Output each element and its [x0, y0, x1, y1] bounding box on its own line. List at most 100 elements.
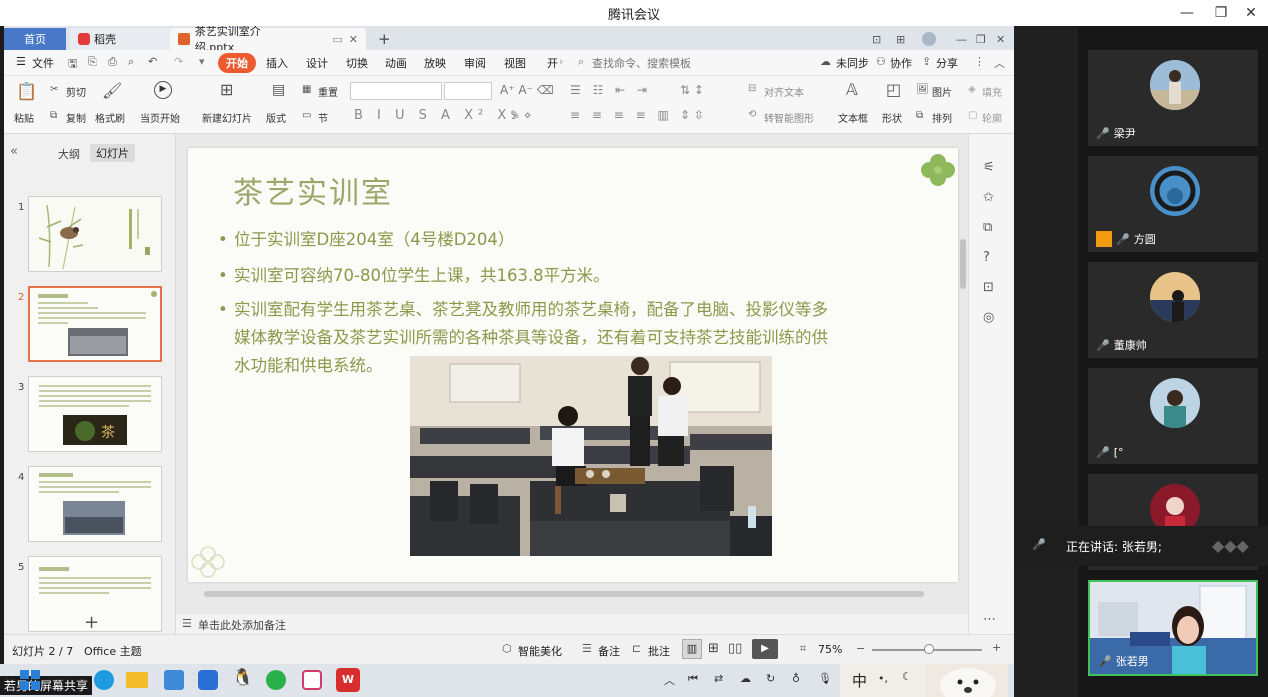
- active-speaker-tile[interactable]: 🎤 张若男: [1088, 580, 1258, 676]
- print-icon[interactable]: ⎙: [108, 55, 117, 69]
- close-button[interactable]: ✕: [1234, 0, 1268, 26]
- format-painter-button[interactable]: 格式刷: [95, 110, 125, 125]
- align-buttons[interactable]: ≡ ≡ ≡ ≡ ▥: [570, 108, 673, 122]
- theme-name[interactable]: Office 主题: [84, 643, 142, 659]
- menu-view[interactable]: 视图: [504, 55, 526, 71]
- slides-tab[interactable]: 幻灯片: [90, 144, 135, 162]
- ime-bar[interactable]: 中 •, ☾: [840, 664, 1008, 697]
- normal-view-icon[interactable]: ▥: [682, 639, 702, 659]
- menu-file[interactable]: 文件: [32, 55, 54, 71]
- align-text-button[interactable]: 对齐文本: [764, 84, 804, 99]
- menu-review[interactable]: 审阅: [464, 55, 486, 71]
- notes-placeholder[interactable]: 单击此处添加备注: [198, 617, 286, 633]
- zoom-level[interactable]: 75%: [818, 643, 842, 656]
- section-button[interactable]: 节: [318, 110, 328, 125]
- new-tab-button[interactable]: +: [370, 28, 399, 50]
- sorter-view-icon[interactable]: ⊞: [708, 641, 719, 656]
- tray-cloud-icon[interactable]: ☁: [740, 672, 751, 685]
- collapse-ribbon-icon[interactable]: ︿: [994, 55, 1005, 71]
- minimize-button[interactable]: —: [1170, 0, 1204, 26]
- tencent-meeting-icon[interactable]: [198, 670, 218, 690]
- image-tool-icon[interactable]: ⊡: [983, 280, 994, 295]
- collab-button[interactable]: 协作: [890, 55, 912, 71]
- tray-sliders-icon[interactable]: ⇄: [714, 672, 723, 685]
- tray-media-icon[interactable]: ⏮: [688, 672, 698, 686]
- horizontal-scrollbar[interactable]: [188, 590, 968, 598]
- zoom-out-icon[interactable]: −: [856, 642, 865, 655]
- tray-mic-icon[interactable]: 🎙: [818, 672, 832, 685]
- play-slideshow-button[interactable]: ▶: [752, 639, 778, 659]
- slide-thumbnail-2-selected[interactable]: [28, 286, 162, 362]
- save-icon[interactable]: 🖫: [68, 55, 77, 74]
- video-app-icon[interactable]: [302, 670, 322, 690]
- notes-toggle-button[interactable]: 备注: [598, 643, 620, 659]
- collapse-panel-icon[interactable]: «: [10, 144, 18, 159]
- arrange-button[interactable]: 排列: [932, 110, 952, 125]
- wechat-icon[interactable]: [266, 670, 286, 690]
- sync-status[interactable]: 未同步: [836, 55, 869, 71]
- slide-canvas[interactable]: 茶艺实训室 • 位于实训室D座204室（4号楼D204） • 实训室可容纳70-…: [188, 148, 958, 582]
- zoom-in-icon[interactable]: +: [992, 641, 1001, 654]
- close-tab-icon[interactable]: ✕: [349, 33, 358, 46]
- adjust-icon[interactable]: ⚟: [983, 160, 995, 175]
- menu-design[interactable]: 设计: [306, 55, 328, 71]
- location-icon[interactable]: ◎: [983, 310, 994, 325]
- paste-button[interactable]: 粘贴: [14, 110, 34, 125]
- tray-sync-icon[interactable]: ↻: [766, 672, 775, 685]
- user-avatar-icon[interactable]: [914, 28, 944, 50]
- undo-icon[interactable]: ↶: [148, 55, 157, 68]
- tea-classroom-photo[interactable]: [410, 356, 772, 556]
- smartart-button[interactable]: 转智能图形: [764, 110, 814, 125]
- edge-browser-icon[interactable]: [94, 670, 114, 690]
- share-button[interactable]: 分享: [936, 55, 958, 71]
- store-icon[interactable]: [164, 670, 184, 690]
- copy-button[interactable]: 复制: [66, 110, 86, 125]
- picture-button[interactable]: 图片: [932, 84, 952, 99]
- participant-tile[interactable]: 🎤 方圆: [1088, 156, 1258, 252]
- comments-button[interactable]: 批注: [648, 643, 670, 659]
- slide-thumbnail-4[interactable]: [28, 466, 162, 542]
- outline-button[interactable]: 轮廓: [982, 110, 1002, 125]
- close-wps-button[interactable]: ✕: [988, 28, 1013, 50]
- file-explorer-icon[interactable]: [126, 672, 148, 688]
- menu-slideshow[interactable]: 放映: [424, 55, 446, 71]
- text-direction-icon[interactable]: ⇅ ↕: [680, 83, 704, 97]
- list-buttons[interactable]: ☰ ☷ ⇤ ⇥: [570, 83, 651, 97]
- reset-button[interactable]: 重置: [318, 84, 338, 99]
- menu-start[interactable]: 开始: [218, 53, 256, 73]
- more-menu-icon[interactable]: ⋮: [974, 55, 985, 68]
- participant-tile[interactable]: 🎤 [°: [1088, 368, 1258, 464]
- reading-view-icon[interactable]: ▯▯: [728, 641, 742, 656]
- menu-insert[interactable]: 插入: [266, 55, 288, 71]
- bullet-capacity[interactable]: • 实训室可容纳70-80位学生上课，共163.8平方米。: [218, 262, 938, 289]
- export-icon[interactable]: ⎘: [88, 55, 97, 69]
- textbox-button[interactable]: 文本框: [838, 110, 868, 125]
- command-search-input[interactable]: 查找命令、搜索模板: [592, 55, 742, 71]
- cut-button[interactable]: 剪切: [66, 84, 86, 99]
- wps-brand-tab[interactable]: 稻壳: [70, 28, 170, 50]
- shape-button[interactable]: 形状: [882, 110, 902, 125]
- tray-chevron-icon[interactable]: ︿: [664, 672, 675, 688]
- window-layout-icon[interactable]: ⊡: [864, 28, 889, 50]
- font-size-select[interactable]: [444, 82, 492, 100]
- ime-mode[interactable]: 中: [852, 670, 867, 691]
- slide-thumbnail-1[interactable]: [28, 196, 162, 272]
- star-icon[interactable]: ✩: [983, 190, 994, 205]
- search-icon[interactable]: ⌕: [578, 55, 584, 69]
- from-current-button[interactable]: 当页开始: [140, 110, 180, 125]
- participant-tile[interactable]: 🎤 董康帅: [1088, 262, 1258, 358]
- participant-tile[interactable]: 🎤 梁尹: [1088, 50, 1258, 146]
- menu-animation[interactable]: 动画: [385, 55, 407, 71]
- menu-transition[interactable]: 切换: [346, 55, 368, 71]
- bullet-location[interactable]: • 位于实训室D座204室（4号楼D204）: [218, 226, 938, 253]
- notes-bar[interactable]: ☰ 单击此处添加备注: [176, 614, 968, 634]
- search-taskbar-icon[interactable]: ⌕: [60, 670, 68, 688]
- fill-button[interactable]: 填充: [982, 84, 1002, 99]
- slide-title[interactable]: 茶艺实训室: [233, 168, 393, 212]
- slide-thumbnail-3[interactable]: 茶: [28, 376, 162, 452]
- layout-button[interactable]: 版式: [266, 110, 286, 125]
- help-icon[interactable]: ?: [983, 250, 990, 265]
- qq-penguin-icon[interactable]: 🐧: [232, 668, 253, 688]
- hamburger-icon[interactable]: ☰: [16, 55, 26, 68]
- pptx-document-tab[interactable]: 茶艺实训室介绍.pptx ▭ ✕: [170, 26, 366, 54]
